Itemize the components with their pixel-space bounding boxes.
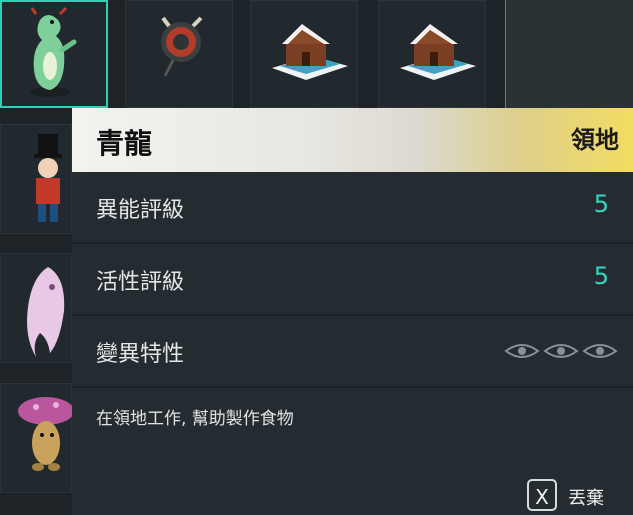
inventory-slot-nutcracker[interactable] [0,124,72,234]
round-drone-icon [161,16,203,77]
discard-key-icon[interactable]: X [527,479,557,511]
item-name: 青龍 [96,127,153,160]
stat-label: 異能評級 [96,198,185,223]
stat-value: 5 [593,190,609,218]
inventory-slot-drone[interactable] [125,0,233,108]
stat-label: 活性評級 [96,270,185,295]
discard-button-label[interactable]: 丟棄 [568,484,604,510]
inventory-slot-empty[interactable] [506,0,633,108]
gingerbread-house-icon [400,24,476,80]
stat-row-mutation-traits: 變異特性 [72,316,633,388]
inventory-slot-mushroom[interactable] [0,383,72,493]
item-description: 在領地工作, 幫助製作食物 [96,409,294,429]
inventory-slot-dragon[interactable] [0,0,108,108]
item-header: 青龍 領地 [72,108,633,172]
hidden-trait-eye-icons [504,344,618,358]
inventory-slot-gingerbread-1[interactable] [250,0,358,108]
stat-label: 變異特性 [96,342,185,367]
mushroom-creature-icon [18,397,72,471]
inventory-slot-gingerbread-2[interactable] [378,0,486,108]
stat-row-ability-rating: 異能評級 5 [72,172,633,244]
stat-value: 5 [593,262,609,290]
inventory-slot-ghost[interactable] [0,253,72,363]
stat-row-activity-rating: 活性評級 5 [72,244,633,316]
dragon-figurine-icon [30,6,77,97]
nutcracker-figurine-icon [34,134,62,222]
item-category: 領地 [571,126,619,154]
item-detail-panel: 青龍 領地 異能評級 5 活性評級 5 變異特性 在領地工作, 幫助製作食物 X… [72,108,633,515]
pink-ghost-icon [27,267,65,357]
gingerbread-house-icon [272,24,348,80]
